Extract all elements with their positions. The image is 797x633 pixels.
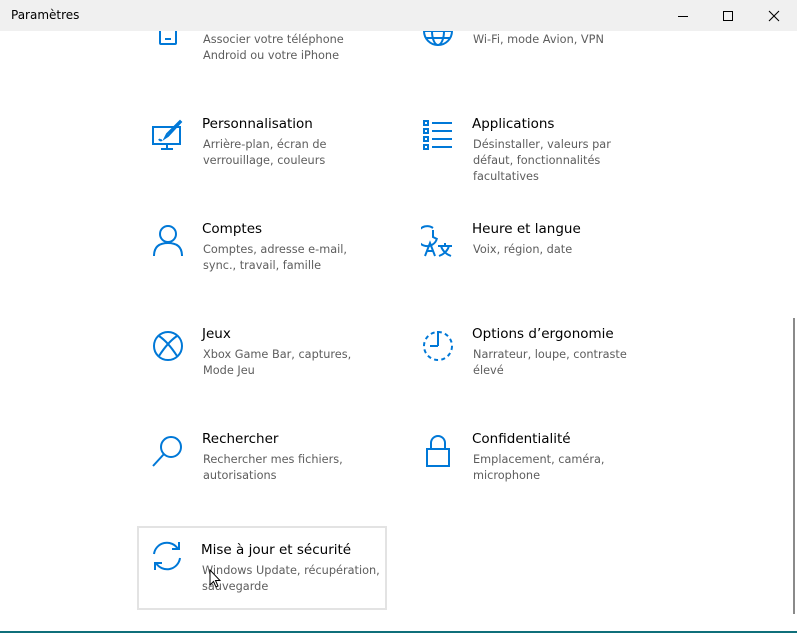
tile-privacy[interactable]: Confidentialité Emplacement, caméra, mic… xyxy=(408,425,656,509)
tile-name: Options d’ergonomie xyxy=(472,326,614,342)
globe-icon xyxy=(421,31,455,48)
tile-description: Xbox Game Bar, captures, Mode Jeu xyxy=(203,348,352,377)
tile-name: Comptes xyxy=(202,221,263,237)
settings-grid: Associer votre téléphone Android ou votr… xyxy=(0,31,797,631)
title-bar: Paramètres xyxy=(0,0,797,31)
tile-time-language[interactable]: Heure et langue Voix, région, date xyxy=(408,215,656,299)
tile-search[interactable]: Rechercher Rechercher mes fichiers, auto… xyxy=(138,425,386,509)
tile-name: Confidentialité xyxy=(472,431,571,447)
window-title: Paramètres xyxy=(11,8,80,22)
tile-ease-of-access[interactable]: Options d’ergonomie Narrateur, loupe, co… xyxy=(408,320,656,404)
personalization-icon xyxy=(151,119,185,153)
ease-of-access-icon xyxy=(421,329,455,363)
mouse-cursor-icon xyxy=(209,569,221,588)
maximize-button[interactable] xyxy=(705,0,751,31)
minimize-button[interactable] xyxy=(660,0,706,31)
update-icon xyxy=(150,539,184,573)
tile-description: Rechercher mes fichiers, autorisations xyxy=(203,453,343,482)
minimize-icon xyxy=(678,15,688,17)
tile-applications[interactable]: Applications Désinstaller, valeurs par d… xyxy=(408,110,656,194)
person-icon xyxy=(151,224,185,258)
tile-name: Heure et langue xyxy=(472,221,581,237)
time-language-icon xyxy=(421,224,455,258)
tile-phone[interactable]: Associer votre téléphone Android ou votr… xyxy=(138,31,386,89)
maximize-icon xyxy=(723,10,733,21)
tile-description: Windows Update, récupération, sauvegarde xyxy=(202,564,380,593)
apps-list-icon xyxy=(421,119,455,153)
tile-name: Personnalisation xyxy=(202,116,313,132)
vertical-scrollbar[interactable] xyxy=(793,318,795,614)
tile-description: Wi-Fi, mode Avion, VPN xyxy=(473,33,604,46)
tile-name: Mise à jour et sécurité xyxy=(201,542,352,558)
tile-update-security[interactable]: Mise à jour et sécurité Windows Update, … xyxy=(137,526,387,610)
tile-name: Jeux xyxy=(202,326,231,342)
tile-description: Comptes, adresse e-mail, sync., travail,… xyxy=(203,243,347,272)
tile-personalisation[interactable]: Personnalisation Arrière-plan, écran de … xyxy=(138,110,386,194)
tile-description: Voix, région, date xyxy=(473,243,573,256)
tile-name: Applications xyxy=(472,116,555,132)
tile-description: Désinstaller, valeurs par défaut, foncti… xyxy=(473,138,611,183)
xbox-icon xyxy=(151,329,185,363)
tile-description: Narrateur, loupe, contraste élevé xyxy=(473,348,627,377)
tile-name: Rechercher xyxy=(202,431,279,447)
tile-accounts[interactable]: Comptes Comptes, adresse e-mail, sync., … xyxy=(138,215,386,299)
tile-description: Arrière-plan, écran de verrouillage, cou… xyxy=(203,138,327,167)
search-icon xyxy=(151,434,185,468)
close-icon xyxy=(768,10,780,21)
close-button[interactable] xyxy=(751,0,797,31)
tile-gaming[interactable]: Jeux Xbox Game Bar, captures, Mode Jeu xyxy=(138,320,386,404)
phone-icon xyxy=(151,31,185,48)
tile-description: Emplacement, caméra, microphone xyxy=(473,453,605,482)
tile-network[interactable]: Wi-Fi, mode Avion, VPN xyxy=(408,31,656,89)
lock-icon xyxy=(421,434,455,468)
tile-description: Associer votre téléphone Android ou votr… xyxy=(203,33,344,62)
